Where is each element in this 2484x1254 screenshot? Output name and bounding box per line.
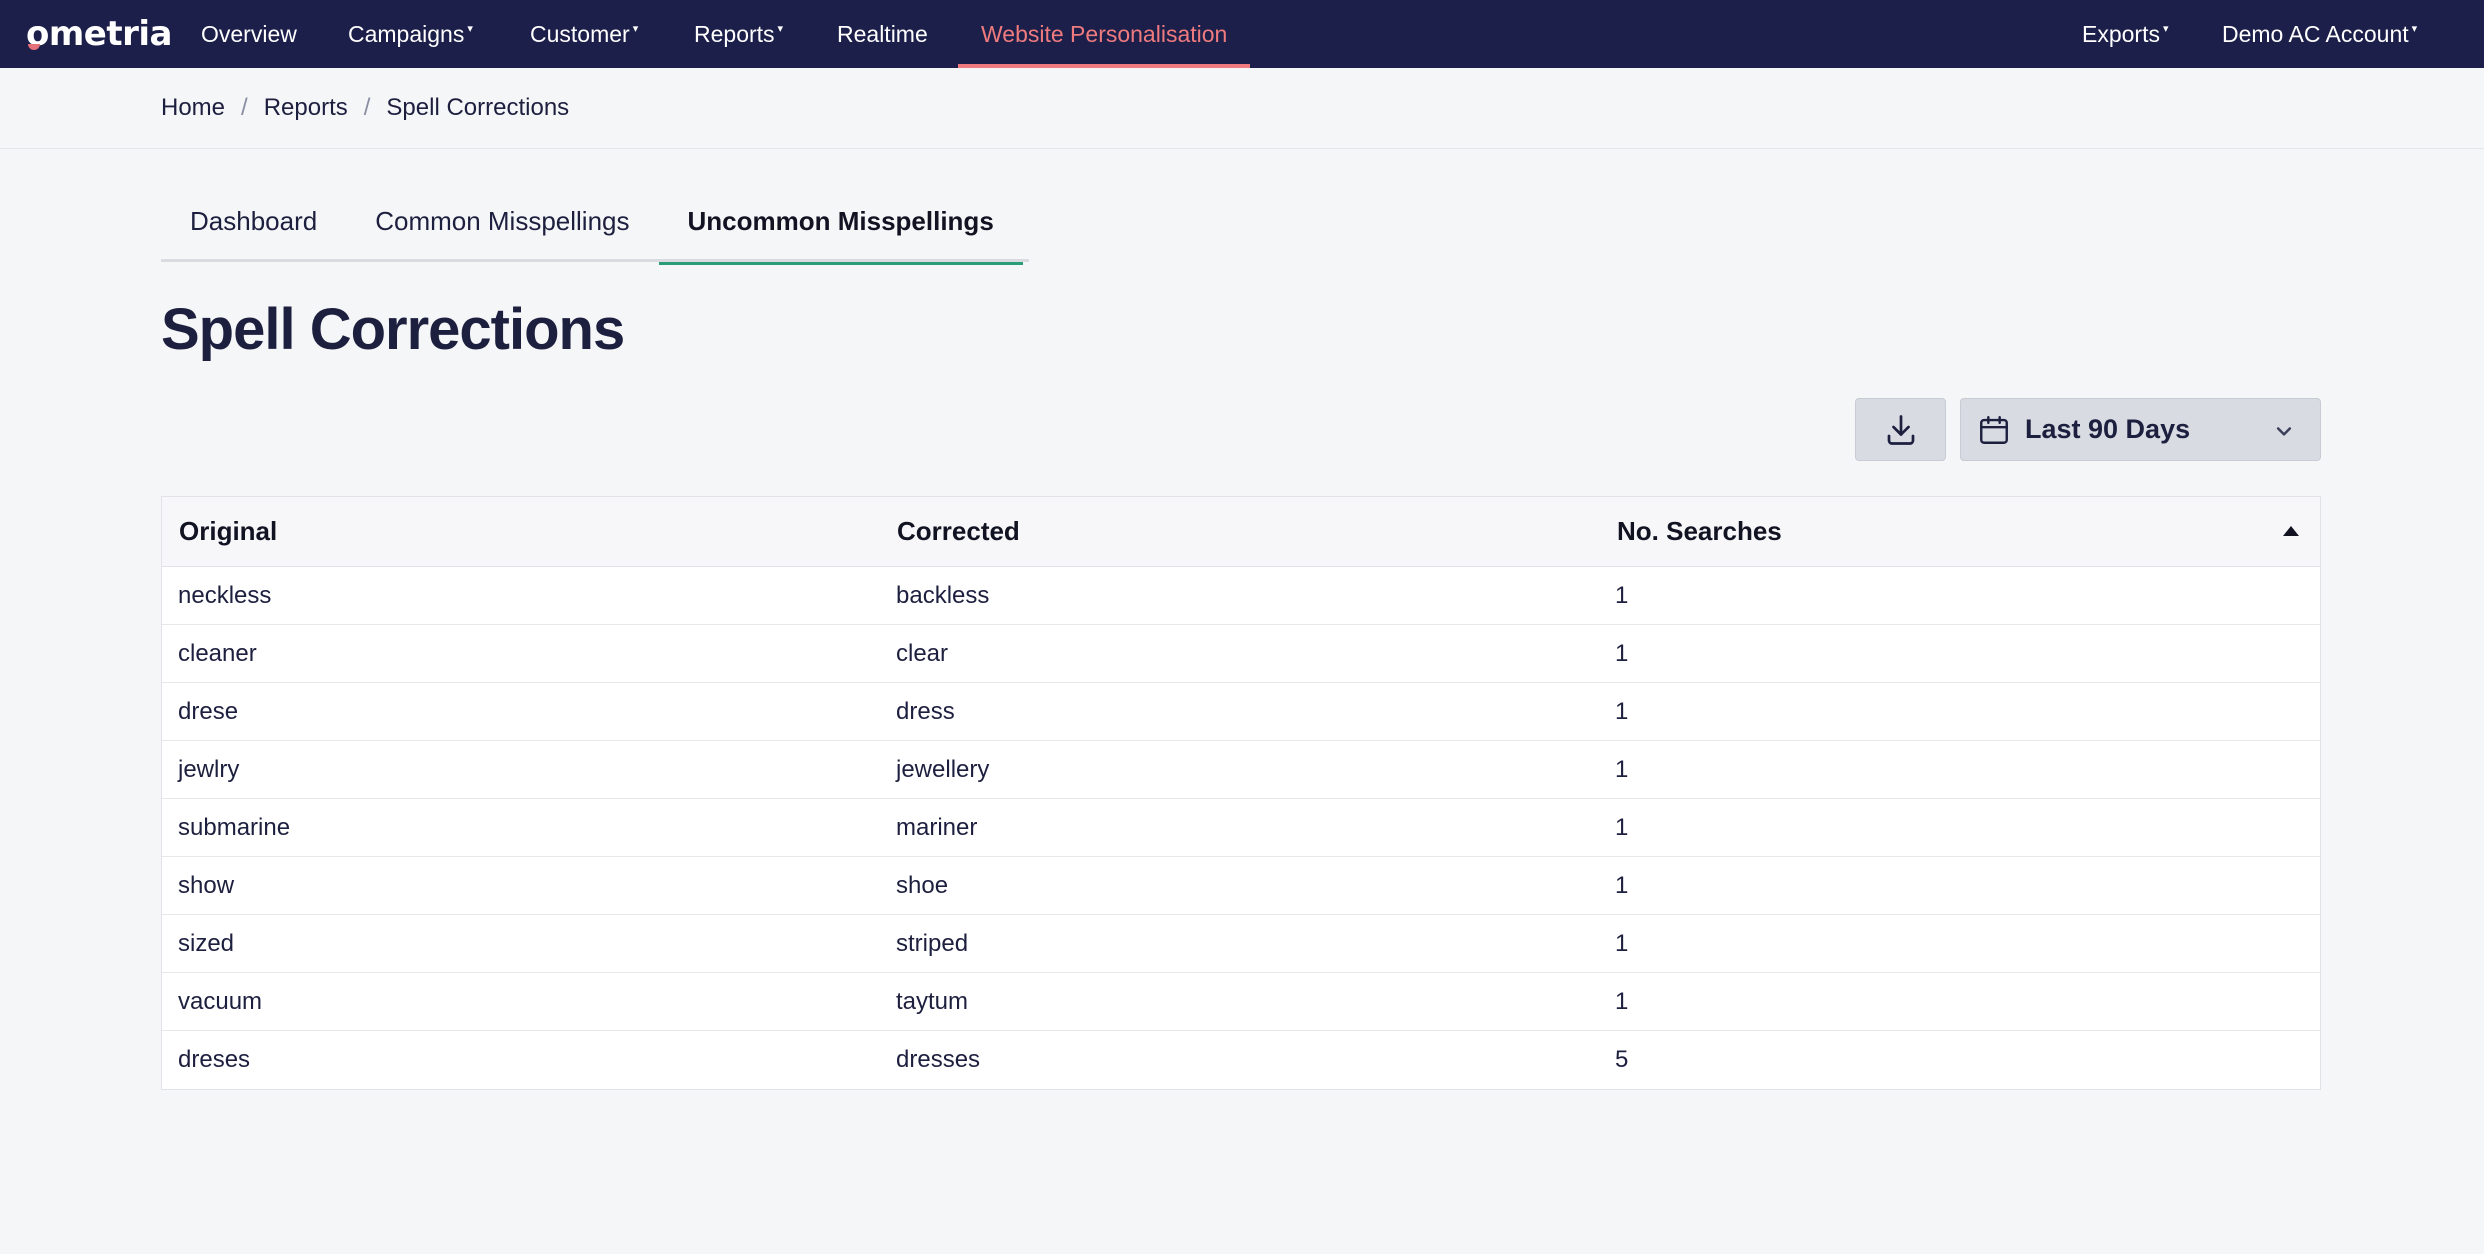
- table-header: Original Corrected No. Searches: [162, 497, 2320, 567]
- cell-corrected: shoe: [896, 871, 949, 899]
- table-row: dreses dresses 5: [162, 1031, 2320, 1089]
- chevron-down-icon: [2274, 421, 2294, 441]
- nav-item-reports[interactable]: Reports ▾: [694, 0, 783, 68]
- sort-asc-icon[interactable]: [2282, 525, 2300, 537]
- nav-item-overview[interactable]: Overview: [201, 0, 297, 68]
- top-navbar: ometria Overview Campaigns ▾ Customer ▾ …: [0, 0, 2484, 68]
- caret-down-icon: ▾: [2162, 22, 2169, 35]
- table-row: sized striped 1: [162, 915, 2320, 973]
- table-body: neckless backless 1 cleaner clear 1 drese dress…: [162, 567, 2320, 1089]
- cell-corrected: dresses: [896, 1046, 981, 1073]
- caret-down-icon: ▾: [632, 22, 639, 35]
- table-row: cleaner clear 1: [162, 625, 2320, 683]
- caret-down-icon: ▾: [2411, 22, 2418, 35]
- cell-searches: 1: [1615, 581, 1629, 609]
- download-button[interactable]: [1855, 398, 1946, 461]
- nav-item-label: Reports: [694, 20, 775, 47]
- download-icon: [1883, 412, 1919, 448]
- table-row: jewlry jewellery 1: [162, 741, 2320, 799]
- cell-corrected: taytum: [896, 987, 969, 1015]
- breadcrumb-reports[interactable]: Reports: [264, 94, 348, 122]
- table-row: show shoe 1: [162, 857, 2320, 915]
- cell-corrected: jewellery: [896, 755, 990, 783]
- table-row: neckless backless 1: [162, 567, 2320, 625]
- nav-item-label: Website Personalisation: [981, 20, 1228, 47]
- cell-original: show: [178, 871, 235, 899]
- cell-corrected: striped: [896, 929, 969, 957]
- calendar-icon: [1977, 413, 2011, 447]
- cell-original: dreses: [178, 1046, 251, 1073]
- breadcrumb-separator: /: [363, 94, 371, 121]
- cell-searches: 1: [1615, 755, 1629, 783]
- cell-corrected: clear: [896, 639, 949, 667]
- tab-dashboard[interactable]: Dashboard: [161, 180, 346, 262]
- cell-original: neckless: [178, 581, 272, 609]
- cell-corrected: mariner: [896, 813, 978, 841]
- nav-item-exports[interactable]: Exports ▾: [2082, 0, 2169, 68]
- ometria-logo[interactable]: ometria: [26, 14, 172, 54]
- account-name: Demo AC Account: [2222, 20, 2409, 47]
- table-row: drese dress 1: [162, 683, 2320, 741]
- tab-uncommon-misspellings[interactable]: Uncommon Misspellings: [658, 180, 1024, 265]
- breadcrumb-bar: Home / Reports / Spell Corrections: [0, 68, 2484, 149]
- nav-item-website-personalisation[interactable]: Website Personalisation: [957, 0, 1251, 68]
- nav-item-realtime[interactable]: Realtime: [837, 0, 928, 68]
- cell-corrected: dress: [896, 697, 955, 725]
- column-header-corrected[interactable]: Corrected: [897, 516, 1020, 547]
- nav-item-label: Campaigns: [348, 20, 465, 47]
- breadcrumb-home[interactable]: Home: [161, 94, 225, 122]
- table-row: submarine mariner 1: [162, 799, 2320, 857]
- nav-item-campaigns[interactable]: Campaigns ▾: [348, 0, 473, 68]
- tab-common-misspellings[interactable]: Common Misspellings: [346, 180, 658, 262]
- account-menu[interactable]: Demo AC Account ▾: [2222, 0, 2417, 68]
- nav-item-label: Customer: [530, 20, 630, 47]
- nav-item-label: Overview: [201, 20, 297, 47]
- breadcrumb-separator: /: [241, 94, 248, 121]
- report-tabs: Dashboard Common Misspellings Uncommon M…: [161, 180, 1029, 265]
- date-range-value: Last 90 Days: [2025, 414, 2191, 444]
- cell-corrected: backless: [896, 581, 990, 609]
- caret-down-icon: ▾: [777, 22, 784, 35]
- cell-original: submarine: [178, 813, 291, 841]
- cell-original: jewlry: [178, 755, 240, 783]
- caret-down-icon: ▾: [467, 22, 473, 35]
- cell-original: cleaner: [178, 639, 257, 667]
- column-header-original[interactable]: Original: [179, 516, 277, 547]
- cell-searches: 1: [1615, 871, 1629, 899]
- breadcrumb: Home / Reports / Spell Corrections: [161, 94, 569, 122]
- nav-item-customer[interactable]: Customer ▾: [530, 0, 638, 68]
- cell-original: vacuum: [178, 987, 263, 1015]
- cell-original: sized: [178, 929, 235, 957]
- cell-searches: 1: [1615, 813, 1629, 841]
- cell-searches: 1: [1615, 987, 1629, 1015]
- cell-searches: 1: [1615, 697, 1629, 725]
- nav-item-label: Exports: [2082, 20, 2160, 47]
- table-row: vacuum taytum 1: [162, 973, 2320, 1031]
- breadcrumb-current: Spell Corrections: [386, 94, 570, 121]
- nav-item-label: Realtime: [837, 20, 928, 47]
- cell-searches: 5: [1615, 1046, 1629, 1073]
- column-header-searches[interactable]: No. Searches: [1617, 516, 1782, 547]
- cell-searches: 1: [1615, 929, 1629, 957]
- cell-searches: 1: [1615, 639, 1629, 667]
- page-title: Spell Corrections: [161, 297, 625, 362]
- date-range-select[interactable]: Last 90 Days: [1960, 398, 2321, 461]
- spell-corrections-table: Original Corrected No. Searches neckless…: [161, 496, 2321, 1090]
- cell-original: drese: [178, 697, 239, 725]
